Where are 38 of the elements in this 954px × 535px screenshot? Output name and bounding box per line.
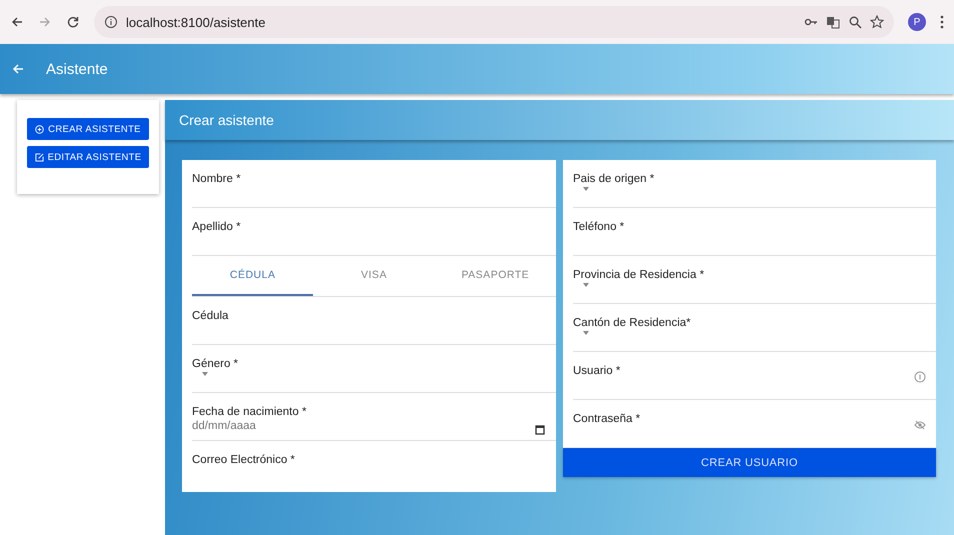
field-label: Cantón de Residencia* [573,317,691,329]
star-icon[interactable] [870,15,884,29]
dropdown-caret-icon[interactable] [583,331,589,335]
create-user-button[interactable]: CREAR USUARIO [563,448,936,477]
field-label: Teléfono * [573,221,624,233]
address-bar[interactable]: localhost:8100/asistente [94,6,894,38]
sidebar-button[interactable]: EDITAR ASISTENTE [27,146,149,168]
date-input[interactable]: dd/mm/aaaa [192,420,312,432]
field-label: Cédula [192,310,228,322]
dropdown-caret-icon[interactable] [583,283,589,287]
tab[interactable]: VISA [313,256,435,296]
menu-icon[interactable] [940,15,944,29]
field-label: Nombre * [192,173,241,185]
panel-title: Crear asistente [179,112,274,128]
field-label: Género * [192,358,238,370]
zoom-icon[interactable] [848,15,862,29]
tab[interactable]: PASAPORTE [434,256,556,296]
field-label: Fecha de nacimiento * [192,406,308,418]
profile-avatar[interactable]: P [908,13,926,31]
calendar-icon[interactable] [534,424,546,436]
eye-off-icon[interactable] [914,419,926,431]
reload-icon[interactable] [66,15,80,29]
field-label: Provincia de Residencia * [573,269,704,281]
field-label: Usuario * [573,365,620,377]
info-icon[interactable] [104,15,118,29]
tab[interactable]: CÉDULA [192,256,314,296]
field-label: Correo Electrónico * [192,454,295,466]
field-label: Apellido * [192,221,241,233]
page-title: Asistente [46,60,108,78]
edit-icon [34,152,44,162]
field-label: Pais de origen * [573,173,654,185]
field-label: Contraseña * [573,413,640,425]
dropdown-caret-icon[interactable] [583,187,589,191]
dropdown-caret-icon[interactable] [202,372,208,376]
url-text: localhost:8100/asistente [126,14,266,30]
sidebar-button[interactable]: CREAR ASISTENTE [27,118,149,140]
back-arrow-icon[interactable] [10,15,24,29]
add-circle-icon [35,124,44,134]
